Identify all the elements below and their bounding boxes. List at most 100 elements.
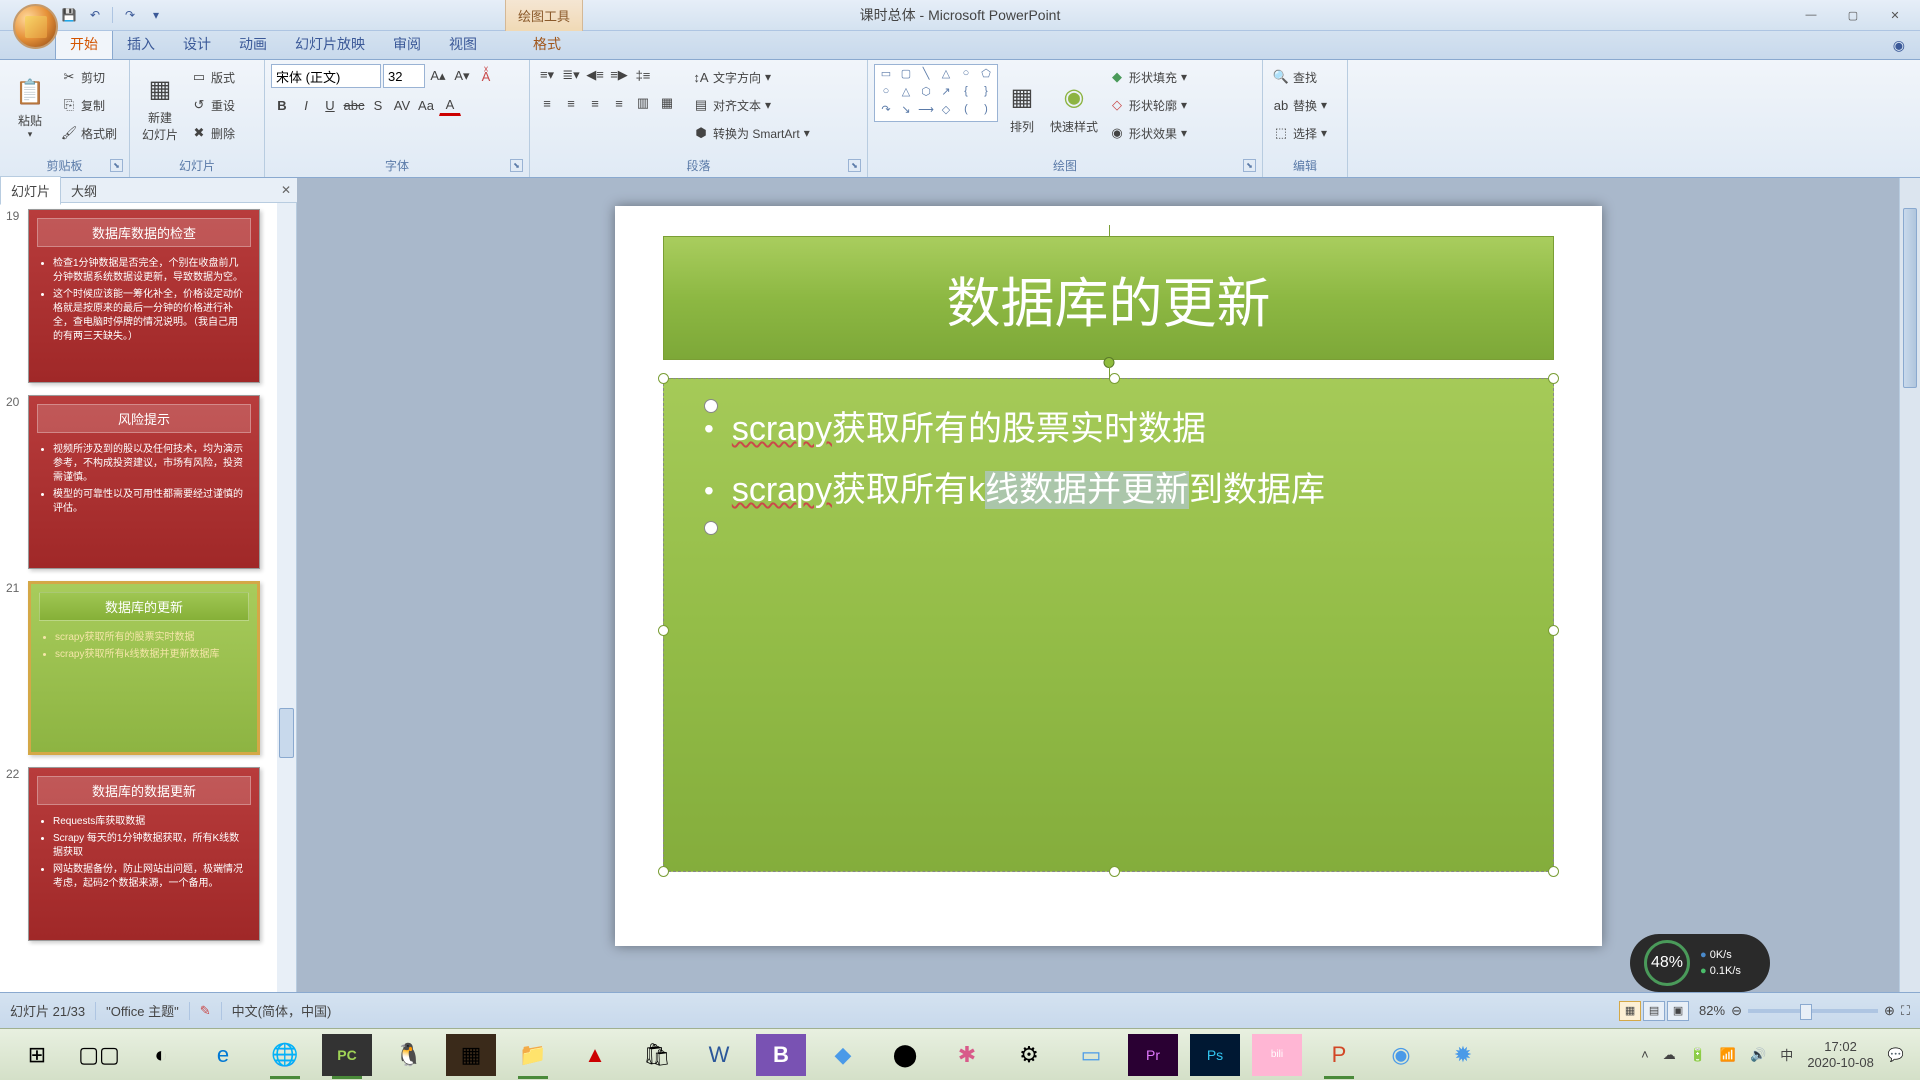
sel-handle-br[interactable] — [1548, 866, 1559, 877]
tab-slideshow[interactable]: 幻灯片放映 — [281, 29, 379, 59]
slide-thumbnail-21[interactable]: 数据库的更新 scrapy获取所有的股票实时数据scrapy获取所有k线数据并更… — [28, 581, 260, 755]
network-monitor-widget[interactable]: 48% 0K/s 0.1K/s — [1630, 934, 1770, 992]
underline-button[interactable]: U — [319, 94, 341, 116]
editor-scrollbar[interactable] — [1899, 178, 1920, 1000]
tray-notifications-icon[interactable]: 💬 — [1888, 1047, 1904, 1063]
zoom-value[interactable]: 82% — [1699, 1003, 1725, 1018]
office-button[interactable] — [13, 4, 58, 49]
indent-button[interactable]: ≡▶ — [608, 64, 630, 86]
taskbar-app-3[interactable]: ◆ — [818, 1034, 868, 1076]
bold-button[interactable]: B — [271, 94, 293, 116]
slide-thumbnails-panel[interactable]: 19 数据库数据的检查 检查1分钟数据是否完全，个别在收盘前几分钟数据系统数据设… — [0, 203, 297, 1044]
slide-thumbnail-22[interactable]: 数据库的数据更新 Requests库获取数据Scrapy 每天的1分钟数据获取，… — [28, 767, 260, 941]
tray-onedrive-icon[interactable]: ☁ — [1663, 1047, 1676, 1063]
tab-animate[interactable]: 动画 — [225, 29, 281, 59]
sel-handle-tr[interactable] — [1548, 373, 1559, 384]
sidebar-scrollbar[interactable] — [277, 203, 296, 1044]
tray-battery-icon[interactable]: 🔋 — [1690, 1047, 1706, 1063]
editor-scroll-thumb[interactable] — [1903, 208, 1917, 388]
shape-outline-button[interactable]: ◇形状轮廓 ▾ — [1105, 92, 1191, 118]
format-painter-button[interactable]: 🖌格式刷 — [57, 120, 121, 146]
taskbar-app-6[interactable]: ◉ — [1376, 1034, 1426, 1076]
shadow-button[interactable]: S — [367, 94, 389, 116]
taskbar-explorer[interactable]: 📁 — [508, 1034, 558, 1076]
sel-handle-tl[interactable] — [658, 373, 669, 384]
panel-tab-slides[interactable]: 幻灯片 — [0, 176, 61, 205]
font-color-button[interactable]: A — [439, 94, 461, 116]
taskbar-edge[interactable]: e — [198, 1034, 248, 1076]
bullet-1[interactable]: scrapy获取所有的股票实时数据 — [704, 399, 1513, 460]
numbering-button[interactable]: ≣▾ — [560, 64, 582, 86]
slide-canvas[interactable]: 数据库的更新 scrapy获取所有的股票实时数据 scrap — [615, 206, 1602, 946]
arrange-button[interactable]: ▦排列 — [1001, 64, 1043, 152]
slide-content-box[interactable]: scrapy获取所有的股票实时数据 scrapy获取所有k线数据并更新到数据库 — [663, 378, 1554, 872]
slide-thumbnail-19[interactable]: 数据库数据的检查 检查1分钟数据是否完全，个别在收盘前几分钟数据系统数据设更新，… — [28, 209, 260, 383]
fit-window-button[interactable]: ⛶ — [1901, 1003, 1910, 1019]
taskbar-photoshop[interactable]: Ps — [1190, 1034, 1240, 1076]
shrink-font-button[interactable]: A▾ — [451, 65, 473, 87]
taskbar-store[interactable]: 🛍 — [632, 1034, 682, 1076]
dist-button[interactable]: ▦ — [656, 92, 678, 114]
taskbar-app-5[interactable]: ▭ — [1066, 1034, 1116, 1076]
view-show-button[interactable]: ▣ — [1667, 1001, 1689, 1021]
font-launcher[interactable]: ⬊ — [510, 159, 523, 172]
taskbar-chrome[interactable]: 🌐 — [260, 1034, 310, 1076]
spacing-button[interactable]: AV — [391, 94, 413, 116]
taskbar-obs[interactable]: ⬤ — [880, 1034, 930, 1076]
replace-button[interactable]: ab替换 ▾ — [1269, 92, 1331, 118]
sel-handle-bc[interactable] — [1109, 866, 1120, 877]
grow-font-button[interactable]: A▴ — [427, 65, 449, 87]
status-language[interactable]: 中文(简体，中国) — [232, 1001, 332, 1020]
start-button[interactable]: ⊞ — [12, 1034, 62, 1076]
clear-format-button[interactable]: Aͯ — [475, 65, 497, 87]
qat-customize[interactable]: ▾ — [147, 6, 165, 24]
taskbar-app-1[interactable]: ◐ — [136, 1034, 186, 1076]
minimize-button[interactable]: — — [1791, 4, 1831, 26]
sel-handle-ml[interactable] — [658, 625, 669, 636]
maximize-button[interactable]: ▢ — [1833, 4, 1873, 26]
font-name-select[interactable] — [271, 64, 381, 88]
font-size-select[interactable] — [383, 64, 425, 88]
taskbar-powerpoint[interactable]: P — [1314, 1034, 1364, 1076]
sel-handle-mr[interactable] — [1548, 625, 1559, 636]
clipboard-launcher[interactable]: ⬊ — [110, 159, 123, 172]
tray-volume-icon[interactable]: 🔊 — [1750, 1047, 1766, 1063]
close-button[interactable]: ✕ — [1875, 4, 1915, 26]
tray-clock[interactable]: 17:02 2020-10-08 — [1807, 1039, 1874, 1070]
align-text-button[interactable]: ▤对齐文本 ▾ — [689, 92, 814, 118]
taskbar-app-7[interactable]: ✹ — [1438, 1034, 1488, 1076]
task-view-button[interactable]: ▢▢ — [74, 1034, 124, 1076]
columns-button[interactable]: ▥ — [632, 92, 654, 114]
taskbar-app-4[interactable]: ✱ — [942, 1034, 992, 1076]
tab-home[interactable]: 开始 — [55, 28, 113, 59]
tab-format[interactable]: 格式 — [519, 29, 575, 59]
quick-styles-button[interactable]: ◉快速样式 — [1046, 64, 1102, 152]
smartart-button[interactable]: ⬢转换为 SmartArt ▾ — [689, 120, 814, 146]
copy-button[interactable]: ⎘复制 — [57, 92, 121, 118]
shape-effects-button[interactable]: ◉形状效果 ▾ — [1105, 120, 1191, 146]
reset-button[interactable]: ↺重设 — [187, 92, 239, 118]
taskbar-settings[interactable]: ⚙ — [1004, 1034, 1054, 1076]
draw-launcher[interactable]: ⬊ — [1243, 159, 1256, 172]
new-slide-button[interactable]: ▦ 新建 幻灯片 — [136, 64, 184, 152]
bullet-2[interactable]: scrapy获取所有k线数据并更新到数据库 — [704, 460, 1513, 521]
align-center-button[interactable]: ≡ — [560, 92, 582, 114]
tray-expand[interactable]: ˄ — [1641, 1047, 1649, 1062]
italic-button[interactable]: I — [295, 94, 317, 116]
slide-thumbnail-20[interactable]: 风险提示 视频所涉及到的股以及任何技术，均为演示参考，不构成投资建议，市场有风险… — [28, 395, 260, 569]
tray-wifi-icon[interactable]: 📶 — [1720, 1047, 1736, 1063]
tab-design[interactable]: 设计 — [169, 29, 225, 59]
taskbar-app-b[interactable]: B — [756, 1034, 806, 1076]
zoom-in-button[interactable]: ⊕ — [1884, 1003, 1895, 1019]
delete-slide-button[interactable]: ✖删除 — [187, 120, 239, 146]
select-button[interactable]: ⬚选择 ▾ — [1269, 120, 1331, 146]
qat-redo[interactable]: ↷ — [121, 6, 139, 24]
zoom-slider[interactable] — [1748, 1009, 1878, 1013]
taskbar-app-2[interactable]: ▦ — [446, 1034, 496, 1076]
slide-title-box[interactable]: 数据库的更新 — [663, 236, 1554, 360]
cut-button[interactable]: ✂剪切 — [57, 64, 121, 90]
qat-undo[interactable]: ↶ — [86, 6, 104, 24]
view-normal-button[interactable]: ▦ — [1619, 1001, 1641, 1021]
panel-tab-outline[interactable]: 大纲 — [61, 177, 107, 204]
strike-button[interactable]: abc — [343, 94, 365, 116]
